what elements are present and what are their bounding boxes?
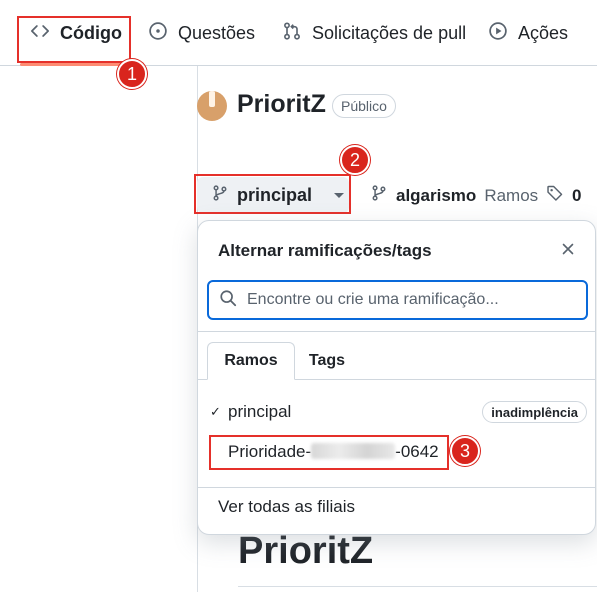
branches-label: Ramos (484, 185, 539, 205)
check-icon: ✓ (210, 404, 221, 419)
branch-item-prioridade[interactable]: Prioridade- -0642 (198, 434, 595, 470)
branch-item-principal[interactable]: ✓ principal inadimplência (198, 394, 595, 430)
divider (198, 487, 595, 488)
tab-tags[interactable]: Tags (295, 342, 359, 380)
branches-count: algarismo (396, 185, 477, 205)
git-branch-icon (211, 184, 229, 207)
close-button[interactable] (556, 239, 580, 263)
tab-code-label: Código (60, 22, 122, 43)
git-pull-request-icon (282, 21, 302, 46)
visibility-badge: Público (332, 94, 396, 118)
readme-divider (238, 586, 597, 587)
git-branch-icon (370, 184, 388, 207)
branch-switcher-dropdown: Alternar ramificações/tags Ramos Tags ✓ … (197, 220, 596, 535)
code-icon (30, 21, 50, 46)
tab-actions[interactable]: Ações (488, 0, 568, 66)
repo-nav: Código Questões Solicitações de pull Açõ… (0, 0, 597, 66)
tab-actions-label: Ações (518, 22, 569, 43)
close-icon (560, 241, 576, 262)
callout-badge-3: 3 (450, 436, 480, 466)
tab-issues[interactable]: Questões (148, 0, 255, 66)
branch-item-label: Prioridade- -0642 (228, 442, 439, 461)
issue-opened-icon (148, 21, 168, 46)
repo-avatar (197, 91, 227, 121)
default-branch-badge: inadimplência (482, 401, 587, 423)
branch-search-input[interactable] (247, 291, 567, 309)
search-icon (219, 289, 237, 312)
current-branch-label: principal (237, 184, 313, 205)
tab-code[interactable]: Código (30, 0, 122, 66)
tag-icon (546, 184, 564, 207)
tab-issues-label: Questões (178, 22, 256, 43)
dropdown-title: Alternar ramificações/tags (218, 241, 432, 260)
tab-pull-requests[interactable]: Solicitações de pull (282, 0, 466, 66)
redacted-segment (311, 443, 396, 459)
play-icon (488, 21, 508, 46)
callout-badge-1: 1 (117, 59, 147, 89)
readme-heading: PrioritZ (238, 530, 374, 572)
callout-badge-2: 2 (340, 145, 370, 175)
tags-link[interactable]: 0 (546, 184, 581, 207)
branch-item-label: principal (228, 402, 292, 421)
tab-branches[interactable]: Ramos (207, 342, 295, 380)
branch-search-field[interactable] (207, 280, 588, 320)
tab-pull-requests-label: Solicitações de pull (312, 22, 467, 43)
tags-count: 0 (572, 185, 582, 205)
branches-link[interactable]: algarismo Ramos (370, 184, 538, 207)
repo-title[interactable]: PrioritZ (237, 90, 326, 119)
chevron-down-icon (334, 192, 345, 198)
active-tab-indicator (20, 63, 128, 66)
view-all-branches-link[interactable]: Ver todas as filiais (218, 497, 355, 517)
branch-selector-button[interactable]: principal (197, 177, 349, 213)
divider (198, 331, 595, 332)
